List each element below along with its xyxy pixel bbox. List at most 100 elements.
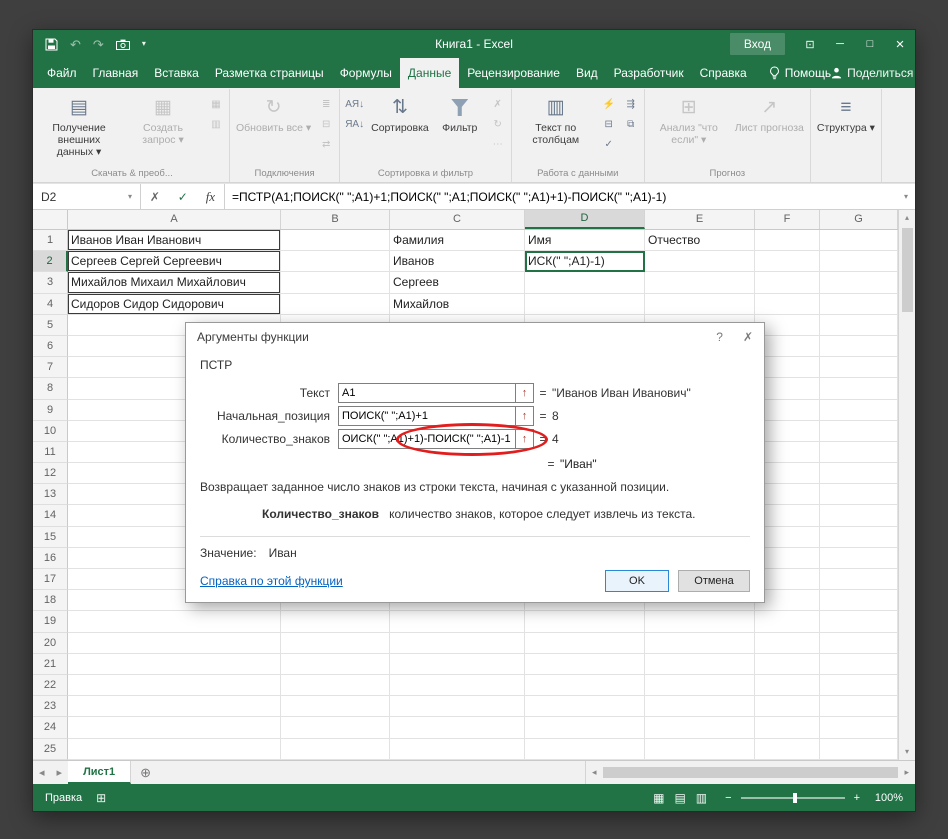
cell-G23[interactable]	[820, 696, 898, 718]
name-box-caret-icon[interactable]: ▾	[128, 192, 132, 201]
range-picker-icon[interactable]: ↑	[516, 405, 534, 426]
scroll-left-icon[interactable]: ◂	[588, 767, 601, 778]
row-header-24[interactable]: 24	[33, 717, 68, 739]
row-header-11[interactable]: 11	[33, 441, 68, 464]
cell-A1[interactable]: Иванов Иван Иванович	[68, 230, 281, 252]
select-all-corner[interactable]	[33, 210, 68, 229]
consolidate-icon[interactable]: ⇶	[621, 96, 641, 113]
cell-A25[interactable]	[68, 738, 281, 760]
row-header-19[interactable]: 19	[33, 611, 68, 633]
cell-D24[interactable]	[525, 717, 645, 739]
cell-D25[interactable]	[525, 738, 645, 760]
cancel-button[interactable]: Отмена	[678, 570, 750, 592]
cell-G9[interactable]	[820, 399, 898, 421]
cell-F23[interactable]	[755, 696, 820, 718]
save-icon[interactable]	[45, 38, 58, 51]
normal-view-icon[interactable]: ▦	[653, 791, 664, 805]
scroll-down-icon[interactable]: ▾	[905, 744, 909, 760]
tab-файл[interactable]: Файл	[39, 58, 85, 88]
cell-G22[interactable]	[820, 674, 898, 697]
cell-B25[interactable]	[281, 738, 390, 760]
cell-B19[interactable]	[281, 611, 390, 633]
cell-C21[interactable]	[390, 653, 525, 675]
row-header-10[interactable]: 10	[33, 420, 68, 442]
cell-F25[interactable]	[755, 738, 820, 760]
cell-E19[interactable]	[645, 611, 755, 633]
cell-B21[interactable]	[281, 653, 390, 675]
insert-function-icon[interactable]: fx	[206, 189, 215, 205]
macro-record-icon[interactable]: ⊞	[96, 791, 106, 805]
row-header-16[interactable]: 16	[33, 547, 68, 569]
cell-B1[interactable]	[281, 230, 390, 252]
cell-F4[interactable]	[755, 293, 820, 315]
cell-G19[interactable]	[820, 611, 898, 633]
cell-E23[interactable]	[645, 696, 755, 718]
sort-descending-icon[interactable]: ЯА↓	[343, 116, 366, 133]
cell-G7[interactable]	[820, 357, 898, 379]
cell-D19[interactable]	[525, 611, 645, 633]
tab-вид[interactable]: Вид	[568, 58, 606, 88]
sort-ascending-icon[interactable]: АЯ↓	[343, 96, 366, 113]
cell-G16[interactable]	[820, 547, 898, 569]
row-header-3[interactable]: 3	[33, 272, 68, 294]
reapply-filter-icon[interactable]: ↻	[488, 116, 508, 133]
ok-button[interactable]: OK	[605, 570, 669, 592]
cell-B22[interactable]	[281, 674, 390, 697]
cell-G8[interactable]	[820, 378, 898, 400]
row-header-8[interactable]: 8	[33, 378, 68, 400]
sheet-nav-left-icon[interactable]: ◂	[33, 761, 51, 784]
tab-справка[interactable]: Справка	[692, 58, 755, 88]
forecast-sheet-button[interactable]: ↗ Лист прогноза	[732, 91, 807, 134]
camera-icon[interactable]	[115, 39, 130, 50]
qat-customize-icon[interactable]: ▾	[142, 40, 146, 48]
name-box[interactable]: D2 ▾	[33, 184, 141, 209]
clear-filter-icon[interactable]: ✗	[488, 96, 508, 113]
add-sheet-icon[interactable]: ⊕	[131, 761, 160, 784]
cell-E3[interactable]	[645, 272, 755, 294]
row-header-9[interactable]: 9	[33, 399, 68, 421]
sign-in-button[interactable]: Вход	[729, 33, 785, 55]
cell-D21[interactable]	[525, 653, 645, 675]
close-button[interactable]: ×	[885, 30, 915, 58]
cell-E24[interactable]	[645, 717, 755, 739]
cell-D20[interactable]	[525, 632, 645, 654]
cell-G14[interactable]	[820, 505, 898, 527]
redo-icon[interactable]: ↷	[93, 38, 104, 51]
column-header-E[interactable]: E	[645, 210, 755, 229]
cell-G20[interactable]	[820, 632, 898, 654]
relationships-icon[interactable]: ⧉	[621, 116, 641, 133]
cell-C2[interactable]: Иванов	[390, 251, 525, 273]
cell-E22[interactable]	[645, 674, 755, 697]
cell-A22[interactable]	[68, 674, 281, 697]
cell-A24[interactable]	[68, 717, 281, 739]
cell-A4[interactable]: Сидоров Сидор Сидорович	[68, 293, 281, 315]
cell-B4[interactable]	[281, 293, 390, 315]
zoom-slider-thumb[interactable]	[792, 792, 797, 803]
vertical-scrollbar[interactable]: ▴ ▾	[898, 210, 915, 760]
cell-C24[interactable]	[390, 717, 525, 739]
horizontal-scroll-thumb[interactable]	[602, 767, 899, 778]
cell-A2[interactable]: Сергеев Сергей Сергеевич	[68, 251, 281, 273]
formula-bar-expand-icon[interactable]: ▾	[897, 184, 915, 209]
zoom-level[interactable]: 100%	[869, 792, 903, 804]
cell-F20[interactable]	[755, 632, 820, 654]
cell-E2[interactable]	[645, 251, 755, 273]
tell-me-button[interactable]: Помощь	[769, 58, 831, 88]
cell-C20[interactable]	[390, 632, 525, 654]
vertical-scroll-thumb[interactable]	[901, 228, 913, 312]
edit-links-icon[interactable]: ⇄	[316, 136, 336, 153]
scroll-up-icon[interactable]: ▴	[905, 210, 909, 226]
row-header-7[interactable]: 7	[33, 357, 68, 379]
sheet-nav-right-icon[interactable]: ▸	[51, 761, 69, 784]
cell-E25[interactable]	[645, 738, 755, 760]
from-table-icon[interactable]: ▥	[206, 116, 226, 133]
cell-C4[interactable]: Михайлов	[390, 293, 525, 315]
cell-F19[interactable]	[755, 611, 820, 633]
row-header-18[interactable]: 18	[33, 590, 68, 612]
tab-разработчик[interactable]: Разработчик	[606, 58, 692, 88]
cell-A19[interactable]	[68, 611, 281, 633]
sort-button[interactable]: ⇅ Сортировка	[368, 91, 432, 134]
cell-G6[interactable]	[820, 335, 898, 358]
row-header-1[interactable]: 1	[33, 230, 68, 252]
cell-G10[interactable]	[820, 420, 898, 442]
